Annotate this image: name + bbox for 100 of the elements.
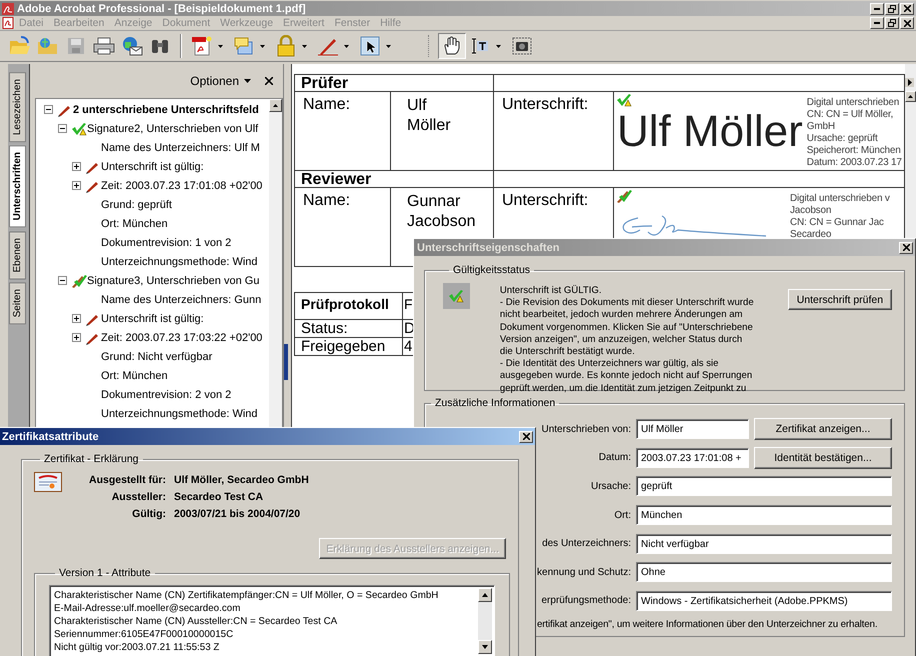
signature-detail-text: Jacobson — [790, 205, 832, 217]
tree-item[interactable]: Unterschrift ist gültig: — [101, 160, 204, 172]
verify-button[interactable]: Unterschrift prüfen — [788, 289, 892, 310]
scroll-down-button[interactable] — [478, 640, 492, 654]
field-label: Name: — [303, 192, 350, 209]
restore-button[interactable] — [885, 17, 899, 29]
tree-item[interactable]: Grund: geprüft — [101, 198, 172, 210]
list-item[interactable]: Seriennummer:6105E47F00010000015C — [54, 628, 476, 641]
close-button[interactable] — [899, 242, 913, 254]
field-value: 2003/07/21 bis 2004/07/20 — [174, 508, 302, 520]
tree-item[interactable]: Signature3, Unterschrieben von Gu — [87, 274, 260, 286]
collapse-icon[interactable] — [58, 124, 67, 133]
text-field[interactable]: Windows - Zertifikatsicherheit (Adobe.PPKMS) — [636, 590, 892, 611]
list-item[interactable]: Charakteristischer Name (CN) Aussteller:CN = Secardeo Test CA — [54, 615, 476, 628]
field-label: Datum: — [598, 452, 631, 464]
tree-item[interactable]: Dokumentrevision: 2 von 2 — [101, 388, 232, 400]
dropdown-arrow-icon[interactable] — [302, 44, 306, 48]
check-warning-icon — [616, 93, 632, 107]
document-icon[interactable] — [2, 17, 14, 29]
collapse-icon[interactable] — [44, 105, 53, 114]
tree-item[interactable]: Unterzeichnungsmethode: Wind — [101, 408, 258, 420]
dropdown-arrow-icon[interactable] — [218, 44, 222, 48]
text-field[interactable]: Nicht verfügbar — [636, 534, 892, 554]
tree-item[interactable]: Signature2, Unterschrieben von Ulf — [87, 122, 258, 134]
expand-icon[interactable] — [72, 162, 81, 171]
close-button[interactable] — [519, 430, 533, 442]
dialog-title: Zertifikatsattribute — [2, 430, 99, 442]
close-icon — [902, 244, 910, 251]
action-button[interactable]: Zertifikat anzeigen... — [754, 418, 892, 440]
create-pdf-icon[interactable] — [191, 36, 213, 56]
dropdown-arrow-icon — [244, 79, 251, 83]
tree-item[interactable]: Ort: München — [101, 370, 168, 382]
dropdown-arrow-icon[interactable] — [260, 44, 264, 48]
text-field[interactable]: Ulf Möller — [636, 419, 749, 440]
camera-icon[interactable] — [512, 37, 532, 55]
signature-detail-text: CN: CN = Ulf Möller, — [806, 109, 894, 121]
scroll-up-button[interactable] — [478, 588, 492, 602]
down-arrow-icon — [482, 645, 488, 649]
group-label: Gültigkeitsstatus — [452, 264, 532, 276]
pen-check-icon — [71, 274, 87, 288]
dropdown-arrow-icon[interactable] — [386, 44, 390, 48]
hand-icon[interactable] — [442, 36, 462, 56]
text-select-icon[interactable] — [470, 37, 490, 55]
collapse-icon[interactable] — [58, 276, 67, 285]
splitter-handle[interactable] — [284, 344, 288, 380]
tree-item[interactable]: Unterschrift ist gültig: — [101, 312, 204, 324]
binoculars-icon[interactable] — [150, 37, 170, 55]
close-icon[interactable] — [265, 77, 273, 85]
table-heading: F — [404, 296, 413, 312]
minimize-button[interactable] — [870, 17, 884, 29]
list-item[interactable]: Nicht gültig vor:2003.07.21 11:55:53 Z — [54, 641, 476, 654]
tree-item[interactable]: Name des Unterzeichners: Gunn — [101, 294, 262, 306]
tree-item[interactable]: 2 unterschriebene Unterschriftsfeld — [73, 104, 259, 116]
comment-icon[interactable] — [233, 36, 255, 56]
expand-arrow-icon[interactable] — [905, 78, 914, 87]
expand-icon[interactable] — [72, 181, 81, 190]
tree-item[interactable]: Ort: München — [101, 218, 168, 230]
tree-item[interactable]: Zeit: 2003.07.23 17:03:22 +02'00 — [101, 332, 262, 344]
section-heading: Reviewer — [295, 171, 494, 188]
tree-item[interactable]: Dokumentrevision: 1 von 2 — [101, 236, 232, 248]
text-field[interactable]: 2003.07.23 17:01:08 + — [636, 448, 749, 468]
field-label: Unterschrift: — [502, 192, 588, 209]
list-item[interactable]: E-Mail-Adresse:ulf.moeller@secardeo.com — [54, 602, 476, 615]
panel-tab[interactable]: Seiten — [9, 282, 26, 324]
minimize-button[interactable] — [870, 2, 884, 14]
list-item[interactable]: Charakteristischer Name (CN) Zertifikatempfänger:CN = Ulf Möller, O = Secardeo GmbH — [54, 589, 476, 602]
select-object-icon[interactable] — [360, 36, 380, 56]
close-button[interactable] — [900, 2, 914, 14]
signature-detail-text: Digital unterschrieben v — [790, 193, 890, 205]
options-menu[interactable]: Optionen — [190, 74, 251, 88]
up-arrow-icon — [908, 95, 913, 98]
dialog-title: Unterschriftseigenschaften — [417, 242, 560, 254]
pen-icon[interactable] — [317, 36, 339, 56]
reviewer-name: Ulf Möller — [407, 96, 451, 136]
text-field[interactable]: München — [636, 505, 892, 526]
close-icon — [904, 20, 910, 26]
expand-icon[interactable] — [72, 333, 81, 342]
dropdown-arrow-icon[interactable] — [344, 44, 348, 48]
text-field[interactable]: geprüft — [636, 476, 892, 496]
panel-tab[interactable]: Lesezeichen — [9, 72, 26, 142]
tree-item[interactable]: Zeit: 2003.07.23 17:01:08 +02'00 — [101, 180, 262, 192]
tree-item[interactable]: Unterzeichnungsmethode: Wind — [101, 256, 258, 268]
printer-icon[interactable] — [93, 37, 115, 55]
panel-tab[interactable]: Unterschriften — [9, 145, 26, 228]
field-label: des Unterzeichners: — [541, 538, 631, 550]
dropdown-arrow-icon[interactable] — [496, 44, 500, 48]
tree-item[interactable]: Name des Unterzeichners: Ulf M — [101, 142, 260, 154]
scroll-up-button[interactable] — [269, 99, 282, 112]
globe-mail-icon[interactable] — [121, 36, 143, 56]
open-folder-icon[interactable] — [9, 36, 31, 56]
close-button[interactable] — [900, 17, 914, 29]
action-button[interactable]: Identität bestätigen... — [754, 446, 892, 469]
expand-icon[interactable] — [72, 314, 81, 323]
panel-tab[interactable]: Ebenen — [9, 230, 26, 279]
tree-item[interactable]: Grund: Nicht verfügbar — [101, 350, 212, 362]
attribute-list[interactable] — [49, 585, 495, 656]
text-field[interactable]: Ohne — [636, 562, 892, 582]
scroll-up-button[interactable] — [905, 91, 916, 102]
restore-button[interactable] — [885, 2, 899, 14]
minimize-icon — [874, 22, 880, 24]
